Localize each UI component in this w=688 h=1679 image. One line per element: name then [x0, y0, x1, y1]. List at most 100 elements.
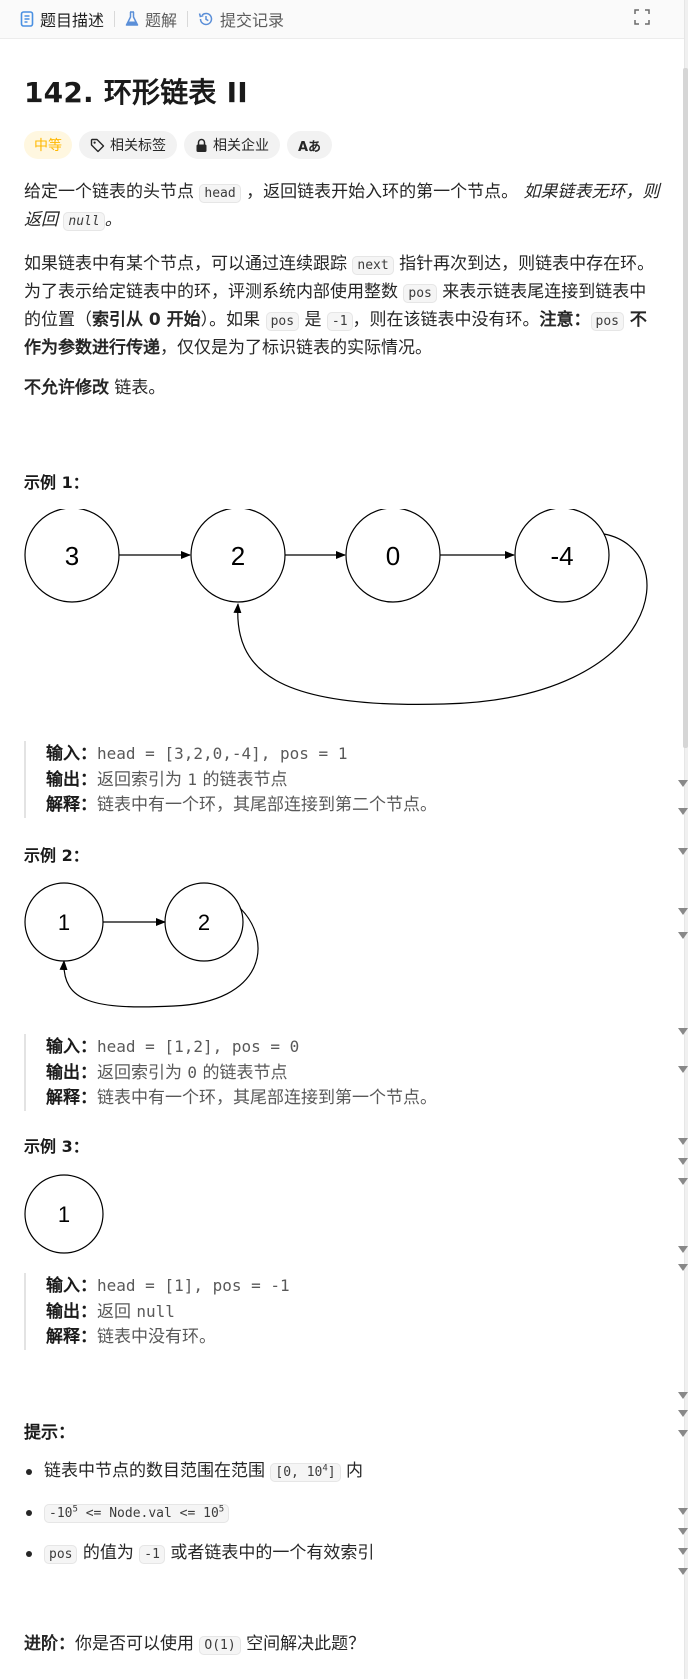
example-input: 输入：head = [3,2,0,-4], pos = 1	[46, 741, 660, 767]
text: 链表。	[109, 378, 166, 398]
bold-text: 注意：	[539, 310, 591, 330]
text: 是	[299, 310, 327, 330]
example-1-block: 输入：head = [3,2,0,-4], pos = 1 输出：返回索引为 1…	[24, 741, 660, 818]
advanced-note: 进阶：你是否可以使用 O(1) 空间解决此题？	[24, 1631, 660, 1659]
example-explanation: 解释：链表中有一个环，其尾部连接到第二个节点。	[46, 793, 660, 818]
related-companies-button[interactable]: 相关企业	[184, 131, 280, 159]
inline-code: pos	[44, 1545, 78, 1564]
output-text: 返回索引为	[97, 770, 188, 790]
scroll-marker	[678, 1430, 688, 1437]
scroll-marker	[678, 1246, 688, 1253]
description-paragraph-3: 不允许修改 链表。	[24, 375, 660, 401]
node-value: 2	[198, 910, 210, 935]
description-icon	[20, 11, 34, 27]
lock-icon	[196, 138, 207, 152]
example-3-block: 输入：head = [1], pos = -1 输出：返回 null 解释：链表…	[24, 1273, 660, 1350]
explanation-text: 链表中有一个环，其尾部连接到第二个节点。	[97, 795, 437, 815]
example-output: 输出：返回 null	[46, 1299, 660, 1325]
inline-code: pos	[265, 312, 300, 331]
tab-solutions-label: 题解	[145, 11, 178, 30]
hints-list: 链表中节点的数目范围在范围 [0, 104] 内 -10 5 <= Node.va…	[24, 1457, 660, 1569]
translate-button[interactable]: Aあ	[287, 131, 333, 159]
output-value: null	[136, 1302, 175, 1321]
example-1-title: 示例 1：	[24, 473, 89, 492]
example-3-diagram: 1	[24, 1174, 104, 1254]
scroll-marker	[678, 1178, 688, 1185]
text: ，仅仅是为了标识链表的实际情况。	[160, 338, 432, 358]
tab-solutions[interactable]: 题解	[125, 7, 177, 31]
text: 的值为	[77, 1543, 140, 1563]
hint-item: 链表中节点的数目范围在范围 [0, 104] 内	[24, 1457, 660, 1487]
tab-divider	[187, 11, 189, 27]
tab-description[interactable]: 题目描述	[20, 7, 104, 31]
text: 或者链表中的一个有效索引	[164, 1543, 375, 1563]
bold-text: 不允许修改	[24, 378, 109, 398]
tag-row: 中等 相关标签 相关企业 Aあ	[24, 131, 660, 159]
related-tags-button[interactable]: 相关标签	[79, 131, 177, 159]
history-icon	[198, 12, 213, 26]
inline-code: [0, 104]	[270, 1463, 341, 1482]
output-label: 输出：	[46, 1063, 97, 1083]
code-text: ]	[327, 1465, 336, 1480]
scrollbar[interactable]	[683, 68, 688, 748]
output-text: 的链表节点	[197, 1063, 288, 1083]
tab-submissions-label: 提交记录	[220, 11, 285, 30]
example-2-block: 输入：head = [1,2], pos = 0 输出：返回索引为 0 的链表节…	[24, 1034, 660, 1111]
explanation-label: 解释：	[46, 1327, 97, 1347]
tab-bar: 题目描述 题解 提交记录	[0, 0, 684, 39]
output-text: 返回	[97, 1302, 137, 1322]
scroll-marker	[678, 1528, 688, 1535]
example-2-title: 示例 2：	[24, 846, 89, 865]
input-label: 输入：	[46, 744, 97, 764]
scroll-marker	[678, 1568, 688, 1575]
scroll-marker	[678, 1548, 688, 1555]
inline-code: O(1)	[199, 1636, 241, 1655]
example-output: 输出：返回索引为 1 的链表节点	[46, 767, 660, 793]
description-paragraph-2: 如果链表中有某个节点，可以通过连续跟踪 next 指针再次到达，则链表中存在环。…	[24, 251, 660, 361]
inline-code: pos	[403, 284, 437, 303]
scroll-marker	[678, 1158, 688, 1165]
inline-code: pos	[590, 312, 625, 331]
advanced-label: 进阶：	[24, 1634, 75, 1654]
fullscreen-icon[interactable]	[634, 9, 650, 25]
node-value: 1	[58, 910, 70, 935]
related-companies-label: 相关企业	[213, 138, 269, 154]
inline-code: null	[63, 212, 105, 231]
superscript: 5	[218, 1504, 225, 1515]
text: 如果链表中有某个节点，可以通过连续跟踪	[24, 254, 353, 274]
scroll-marker	[678, 908, 688, 915]
input-label: 输入：	[46, 1037, 97, 1057]
scroll-marker	[678, 1508, 688, 1515]
scroll-marker	[678, 1138, 688, 1145]
explanation-label: 解释：	[46, 1088, 97, 1108]
scroll-marker	[678, 848, 688, 855]
problem-content: 142. 环形链表 II 中等 相关标签 相关企业 Aあ 给定一个链表的头节点 …	[0, 71, 684, 1659]
scroll-marker	[678, 1392, 688, 1399]
node-value: 3	[65, 541, 79, 571]
explanation-label: 解释：	[46, 795, 97, 815]
output-label: 输出：	[46, 770, 97, 790]
text: ，返回链表开始入环的第一个节点。	[240, 182, 524, 202]
scroll-marker	[678, 1264, 688, 1271]
text: ）。如果	[200, 310, 266, 330]
example-input: 输入：head = [1], pos = -1	[46, 1273, 660, 1299]
example-1-diagram: 3 2 0 -4	[24, 509, 648, 706]
output-text: 的链表节点	[197, 770, 288, 790]
text: 空间解决此题？	[240, 1634, 366, 1654]
node-value: 2	[231, 541, 245, 571]
problem-title[interactable]: 142. 环形链表 II	[24, 71, 660, 111]
hints-title: 提示：	[24, 1423, 75, 1443]
text: 。	[104, 210, 122, 230]
inline-code: next	[352, 256, 394, 275]
inline-code: -1	[139, 1545, 165, 1564]
related-tags-label: 相关标签	[110, 138, 166, 154]
example-explanation: 解释：链表中没有环。	[46, 1325, 660, 1350]
scroll-marker	[678, 808, 688, 815]
tab-submissions[interactable]: 提交记录	[198, 7, 284, 31]
scroll-marker	[678, 780, 688, 787]
input-value: head = [1], pos = -1	[97, 1276, 290, 1295]
translate-icon: Aあ	[298, 139, 322, 155]
example-output: 输出：返回索引为 0 的链表节点	[46, 1060, 660, 1086]
node-value: 0	[386, 541, 400, 571]
text: ，则在该链表中没有环。	[352, 310, 540, 330]
